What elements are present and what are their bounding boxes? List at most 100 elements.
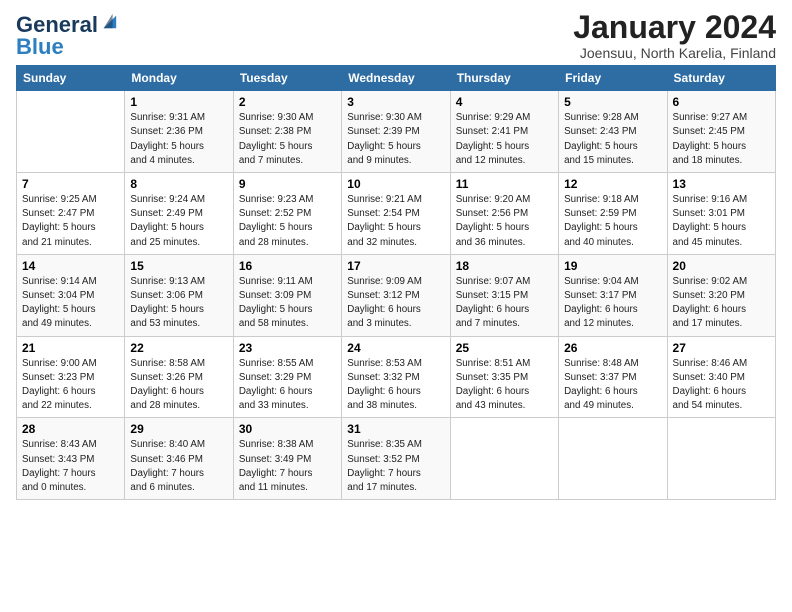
day-number: 7 xyxy=(22,177,119,191)
calendar-table: Sunday Monday Tuesday Wednesday Thursday… xyxy=(16,65,776,500)
day-info: Sunrise: 9:30 AM Sunset: 2:38 PM Dayligh… xyxy=(239,111,336,168)
table-row: 9Sunrise: 9:23 AM Sunset: 2:52 PM Daylig… xyxy=(233,173,341,255)
table-row: 4 Sunrise: 9:29 AM Sunset: 2:41 PM Daylig… xyxy=(450,91,558,173)
col-sunday: Sunday xyxy=(17,66,125,91)
day-info: Sunrise: 8:48 AM Sunset: 3:37 PM Dayligh… xyxy=(564,357,661,414)
table-row xyxy=(17,91,125,173)
table-row: 16 Sunrise: 9:11 AM Sunset: 3:09 PM Dayli… xyxy=(233,254,341,336)
day-info: Sunrise: 8:40 AM Sunset: 3:46 PM Dayligh… xyxy=(130,438,227,495)
day-number: 13 xyxy=(673,177,770,191)
logo: General Blue xyxy=(16,14,118,59)
day-info: Sunrise: 8:43 AM Sunset: 3:43 PM Dayligh… xyxy=(22,438,119,495)
table-row: 20 Sunrise: 9:02 AM Sunset: 3:20 PM Dayli… xyxy=(667,254,775,336)
table-row xyxy=(559,418,667,500)
table-row: 14 Sunrise: 9:14 AM Sunset: 3:04 PM Dayli… xyxy=(17,254,125,336)
day-number: 26 xyxy=(564,341,661,355)
day-number: 19 xyxy=(564,259,661,273)
day-number: 21 xyxy=(22,341,119,355)
day-info: Sunrise: 9:30 AM Sunset: 2:39 PM Dayligh… xyxy=(347,111,444,168)
day-info: Sunrise: 9:02 AM Sunset: 3:20 PM Dayligh… xyxy=(673,275,770,332)
calendar-week-row: 14 Sunrise: 9:14 AM Sunset: 3:04 PM Dayli… xyxy=(17,254,776,336)
logo-icon xyxy=(100,12,118,30)
day-info: Sunrise: 9:04 AM Sunset: 3:17 PM Dayligh… xyxy=(564,275,661,332)
day-number: 28 xyxy=(22,422,119,436)
table-row: 17 Sunrise: 9:09 AM Sunset: 3:12 PM Dayli… xyxy=(342,254,450,336)
table-row: 18Sunrise: 9:07 AM Sunset: 3:15 PM Dayli… xyxy=(450,254,558,336)
day-number: 18 xyxy=(456,259,553,273)
day-info: Sunrise: 9:16 AM Sunset: 3:01 PM Dayligh… xyxy=(673,193,770,250)
col-monday: Monday xyxy=(125,66,233,91)
day-info: Sunrise: 9:31 AM Sunset: 2:36 PM Dayligh… xyxy=(130,111,227,168)
day-number: 14 xyxy=(22,259,119,273)
table-row: 25Sunrise: 8:51 AM Sunset: 3:35 PM Dayli… xyxy=(450,336,558,418)
table-row: 31 Sunrise: 8:35 AM Sunset: 3:52 PM Dayli… xyxy=(342,418,450,500)
table-row: 23Sunrise: 8:55 AM Sunset: 3:29 PM Dayli… xyxy=(233,336,341,418)
col-tuesday: Tuesday xyxy=(233,66,341,91)
day-number: 4 xyxy=(456,95,553,109)
day-number: 2 xyxy=(239,95,336,109)
table-row: 5Sunrise: 9:28 AM Sunset: 2:43 PM Daylig… xyxy=(559,91,667,173)
col-wednesday: Wednesday xyxy=(342,66,450,91)
day-info: Sunrise: 8:53 AM Sunset: 3:32 PM Dayligh… xyxy=(347,357,444,414)
day-number: 17 xyxy=(347,259,444,273)
table-row: 22 Sunrise: 8:58 AM Sunset: 3:26 PM Dayli… xyxy=(125,336,233,418)
table-row: 3 Sunrise: 9:30 AM Sunset: 2:39 PM Daylig… xyxy=(342,91,450,173)
day-number: 3 xyxy=(347,95,444,109)
day-number: 8 xyxy=(130,177,227,191)
day-info: Sunrise: 9:25 AM Sunset: 2:47 PM Dayligh… xyxy=(22,193,119,250)
day-info: Sunrise: 9:11 AM Sunset: 3:09 PM Dayligh… xyxy=(239,275,336,332)
table-row: 26 Sunrise: 8:48 AM Sunset: 3:37 PM Dayli… xyxy=(559,336,667,418)
day-number: 27 xyxy=(673,341,770,355)
day-number: 12 xyxy=(564,177,661,191)
day-info: Sunrise: 9:27 AM Sunset: 2:45 PM Dayligh… xyxy=(673,111,770,168)
table-row xyxy=(450,418,558,500)
table-row: 8 Sunrise: 9:24 AM Sunset: 2:49 PM Daylig… xyxy=(125,173,233,255)
col-thursday: Thursday xyxy=(450,66,558,91)
page: General Blue January 2024 Joensuu, North… xyxy=(0,0,792,510)
day-number: 25 xyxy=(456,341,553,355)
table-row: 7 Sunrise: 9:25 AM Sunset: 2:47 PM Daylig… xyxy=(17,173,125,255)
calendar-week-row: 7 Sunrise: 9:25 AM Sunset: 2:47 PM Daylig… xyxy=(17,173,776,255)
title-block: January 2024 Joensuu, North Karelia, Fin… xyxy=(573,10,776,61)
day-number: 1 xyxy=(130,95,227,109)
table-row: 28 Sunrise: 8:43 AM Sunset: 3:43 PM Dayli… xyxy=(17,418,125,500)
day-info: Sunrise: 8:38 AM Sunset: 3:49 PM Dayligh… xyxy=(239,438,336,495)
table-row: 10Sunrise: 9:21 AM Sunset: 2:54 PM Dayli… xyxy=(342,173,450,255)
day-number: 24 xyxy=(347,341,444,355)
logo-line2: Blue xyxy=(16,34,64,59)
day-number: 6 xyxy=(673,95,770,109)
table-row: 30Sunrise: 8:38 AM Sunset: 3:49 PM Dayli… xyxy=(233,418,341,500)
day-info: Sunrise: 9:29 AM Sunset: 2:41 PM Dayligh… xyxy=(456,111,553,168)
day-info: Sunrise: 8:58 AM Sunset: 3:26 PM Dayligh… xyxy=(130,357,227,414)
month-title: January 2024 xyxy=(573,10,776,45)
calendar-header-row: Sunday Monday Tuesday Wednesday Thursday… xyxy=(17,66,776,91)
table-row: 15Sunrise: 9:13 AM Sunset: 3:06 PM Dayli… xyxy=(125,254,233,336)
day-number: 22 xyxy=(130,341,227,355)
table-row: 27 Sunrise: 8:46 AM Sunset: 3:40 PM Dayli… xyxy=(667,336,775,418)
table-row: 29 Sunrise: 8:40 AM Sunset: 3:46 PM Dayli… xyxy=(125,418,233,500)
day-info: Sunrise: 9:14 AM Sunset: 3:04 PM Dayligh… xyxy=(22,275,119,332)
table-row xyxy=(667,418,775,500)
calendar-week-row: 28 Sunrise: 8:43 AM Sunset: 3:43 PM Dayli… xyxy=(17,418,776,500)
day-info: Sunrise: 8:55 AM Sunset: 3:29 PM Dayligh… xyxy=(239,357,336,414)
day-number: 5 xyxy=(564,95,661,109)
header: General Blue January 2024 Joensuu, North… xyxy=(16,10,776,61)
day-info: Sunrise: 9:24 AM Sunset: 2:49 PM Dayligh… xyxy=(130,193,227,250)
day-info: Sunrise: 8:46 AM Sunset: 3:40 PM Dayligh… xyxy=(673,357,770,414)
day-info: Sunrise: 9:20 AM Sunset: 2:56 PM Dayligh… xyxy=(456,193,553,250)
day-info: Sunrise: 9:21 AM Sunset: 2:54 PM Dayligh… xyxy=(347,193,444,250)
table-row: 6 Sunrise: 9:27 AM Sunset: 2:45 PM Daylig… xyxy=(667,91,775,173)
table-row: 1 Sunrise: 9:31 AM Sunset: 2:36 PM Daylig… xyxy=(125,91,233,173)
day-number: 31 xyxy=(347,422,444,436)
day-number: 29 xyxy=(130,422,227,436)
day-info: Sunrise: 8:35 AM Sunset: 3:52 PM Dayligh… xyxy=(347,438,444,495)
table-row: 13 Sunrise: 9:16 AM Sunset: 3:01 PM Dayli… xyxy=(667,173,775,255)
day-info: Sunrise: 9:18 AM Sunset: 2:59 PM Dayligh… xyxy=(564,193,661,250)
col-friday: Friday xyxy=(559,66,667,91)
day-info: Sunrise: 9:09 AM Sunset: 3:12 PM Dayligh… xyxy=(347,275,444,332)
day-number: 16 xyxy=(239,259,336,273)
day-number: 20 xyxy=(673,259,770,273)
calendar-week-row: 1 Sunrise: 9:31 AM Sunset: 2:36 PM Daylig… xyxy=(17,91,776,173)
table-row: 21Sunrise: 9:00 AM Sunset: 3:23 PM Dayli… xyxy=(17,336,125,418)
table-row: 11Sunrise: 9:20 AM Sunset: 2:56 PM Dayli… xyxy=(450,173,558,255)
